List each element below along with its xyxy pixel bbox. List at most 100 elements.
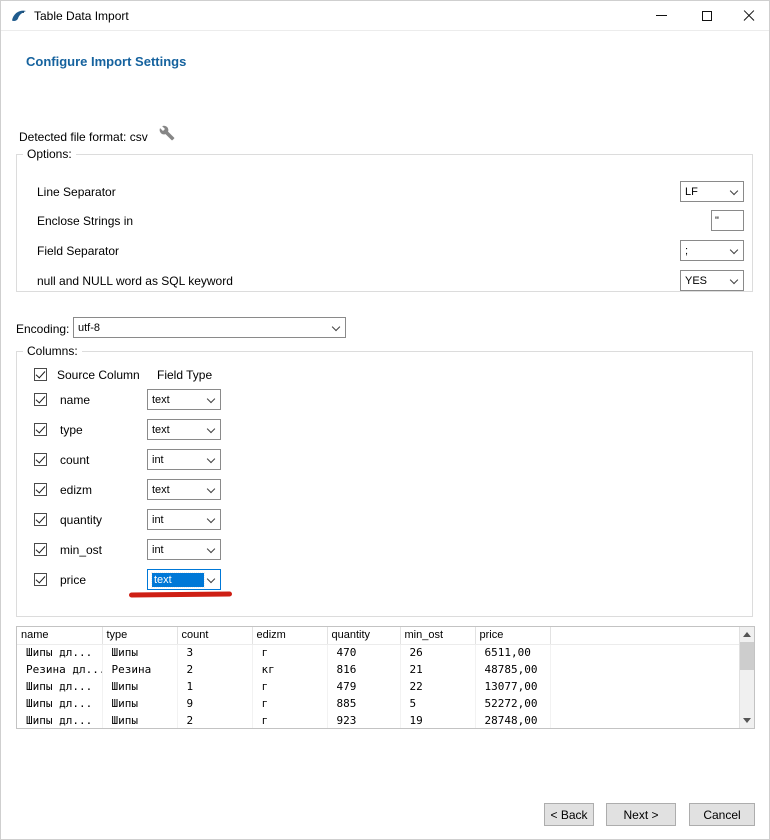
preview-cell: 470	[327, 644, 400, 661]
annotation-red-underline	[129, 591, 232, 597]
close-button[interactable]	[729, 1, 769, 30]
preview-cell: 816	[327, 661, 400, 678]
field-type-select-price[interactable]: text	[147, 569, 221, 590]
preview-cell: 2	[177, 661, 252, 678]
field-type-value: int	[152, 454, 164, 466]
column-checkbox-type[interactable]	[34, 423, 47, 436]
field-type-select-quantity[interactable]: int	[147, 509, 221, 530]
column-row-min_ost: min_ost int	[17, 535, 752, 565]
field-separator-select[interactable]: ;	[680, 240, 744, 261]
minimize-button[interactable]	[639, 1, 684, 30]
preview-cell: Резина дл...	[17, 661, 102, 678]
field-type-value: text	[152, 484, 170, 496]
back-button[interactable]: < Back	[544, 803, 594, 826]
preview-cell: г	[252, 678, 327, 695]
column-label: count	[60, 453, 89, 467]
column-header-edizm[interactable]: edizm	[252, 627, 327, 644]
column-checkbox-quantity[interactable]	[34, 513, 47, 526]
enclose-strings-label: Enclose Strings in	[37, 214, 133, 228]
preview-cell	[550, 712, 739, 729]
column-row-edizm: edizm text	[17, 475, 752, 505]
detected-format-label: Detected file format: csv	[19, 130, 148, 144]
field-type-value-selected: text	[152, 573, 204, 587]
maximize-button[interactable]	[684, 1, 729, 30]
column-checkbox-price[interactable]	[34, 573, 47, 586]
preview-cell: 479	[327, 678, 400, 695]
scrollbar-thumb[interactable]	[740, 642, 754, 670]
column-header-price[interactable]: price	[475, 627, 550, 644]
table-row: Шипы дл... Шипы 9 г 885 5 52272,00	[17, 695, 739, 712]
preview-cell: Шипы	[102, 695, 177, 712]
chevron-down-icon	[730, 275, 738, 283]
preview-cell: 5	[400, 695, 475, 712]
preview-cell: 19	[400, 712, 475, 729]
cancel-button[interactable]: Cancel	[689, 803, 755, 826]
select-all-columns-checkbox[interactable]	[34, 368, 47, 381]
table-row: Шипы дл... Шипы 3 г 470 26 6511,00	[17, 644, 739, 661]
null-keyword-select[interactable]: YES	[680, 270, 744, 291]
chevron-down-icon	[207, 484, 215, 492]
wrench-icon[interactable]	[159, 125, 175, 141]
column-header-quantity[interactable]: quantity	[327, 627, 400, 644]
field-type-value: int	[152, 544, 164, 556]
column-checkbox-edizm[interactable]	[34, 483, 47, 496]
options-group: Options: Line Separator LF Enclose Strin…	[16, 154, 753, 292]
encoding-label: Encoding:	[16, 322, 69, 336]
preview-cell: 22	[400, 678, 475, 695]
titlebar: Table Data Import	[1, 1, 769, 31]
line-separator-select[interactable]: LF	[680, 181, 744, 202]
column-checkbox-name[interactable]	[34, 393, 47, 406]
preview-header-row: name type count edizm quantity min_ost p…	[17, 627, 739, 644]
null-keyword-value: YES	[685, 275, 707, 287]
chevron-down-icon	[207, 514, 215, 522]
column-label: quantity	[60, 513, 102, 527]
table-row: Шипы дл... Шипы 2 г 923 19 28748,00	[17, 712, 739, 729]
chevron-down-icon	[730, 186, 738, 194]
options-legend: Options:	[23, 147, 76, 161]
column-header-min_ost[interactable]: min_ost	[400, 627, 475, 644]
field-type-select-type[interactable]: text	[147, 419, 221, 440]
chevron-down-icon	[207, 574, 215, 582]
field-type-value: text	[152, 394, 170, 406]
chevron-down-icon	[207, 544, 215, 552]
source-column-header: Source Column	[57, 368, 140, 382]
columns-legend: Columns:	[23, 344, 82, 358]
enclose-strings-input[interactable]	[711, 210, 744, 231]
table-data-import-window: Table Data Import Configure Import Setti…	[0, 0, 770, 840]
field-type-select-min_ost[interactable]: int	[147, 539, 221, 560]
column-row-type: type text	[17, 415, 752, 445]
preview-cell: 21	[400, 661, 475, 678]
preview-cell: 1	[177, 678, 252, 695]
next-button[interactable]: Next >	[606, 803, 676, 826]
preview-cell: Шипы дл...	[17, 695, 102, 712]
preview-cell: 9	[177, 695, 252, 712]
column-label: edizm	[60, 483, 92, 497]
column-label: min_ost	[60, 543, 102, 557]
app-icon	[11, 8, 27, 24]
field-type-select-count[interactable]: int	[147, 449, 221, 470]
preview-cell: 923	[327, 712, 400, 729]
encoding-select[interactable]: utf-8	[73, 317, 346, 338]
field-type-select-name[interactable]: text	[147, 389, 221, 410]
preview-cell: Шипы дл...	[17, 644, 102, 661]
chevron-down-icon	[730, 245, 738, 253]
column-header-count[interactable]: count	[177, 627, 252, 644]
vertical-scrollbar[interactable]	[739, 627, 754, 728]
column-header-name[interactable]: name	[17, 627, 102, 644]
column-checkbox-min_ost[interactable]	[34, 543, 47, 556]
encoding-value: utf-8	[78, 322, 100, 334]
chevron-down-icon	[332, 322, 340, 330]
preview-cell: Шипы дл...	[17, 712, 102, 729]
column-label: price	[60, 573, 86, 587]
null-keyword-label: null and NULL word as SQL keyword	[37, 274, 233, 288]
field-separator-value: ;	[685, 245, 688, 257]
preview-cell	[550, 695, 739, 712]
column-label: name	[60, 393, 90, 407]
scroll-down-button[interactable]	[740, 713, 754, 728]
column-header-type[interactable]: type	[102, 627, 177, 644]
column-checkbox-count[interactable]	[34, 453, 47, 466]
field-type-select-edizm[interactable]: text	[147, 479, 221, 500]
arrow-down-icon	[743, 718, 751, 723]
scroll-up-button[interactable]	[740, 627, 754, 642]
preview-cell: Шипы дл...	[17, 678, 102, 695]
